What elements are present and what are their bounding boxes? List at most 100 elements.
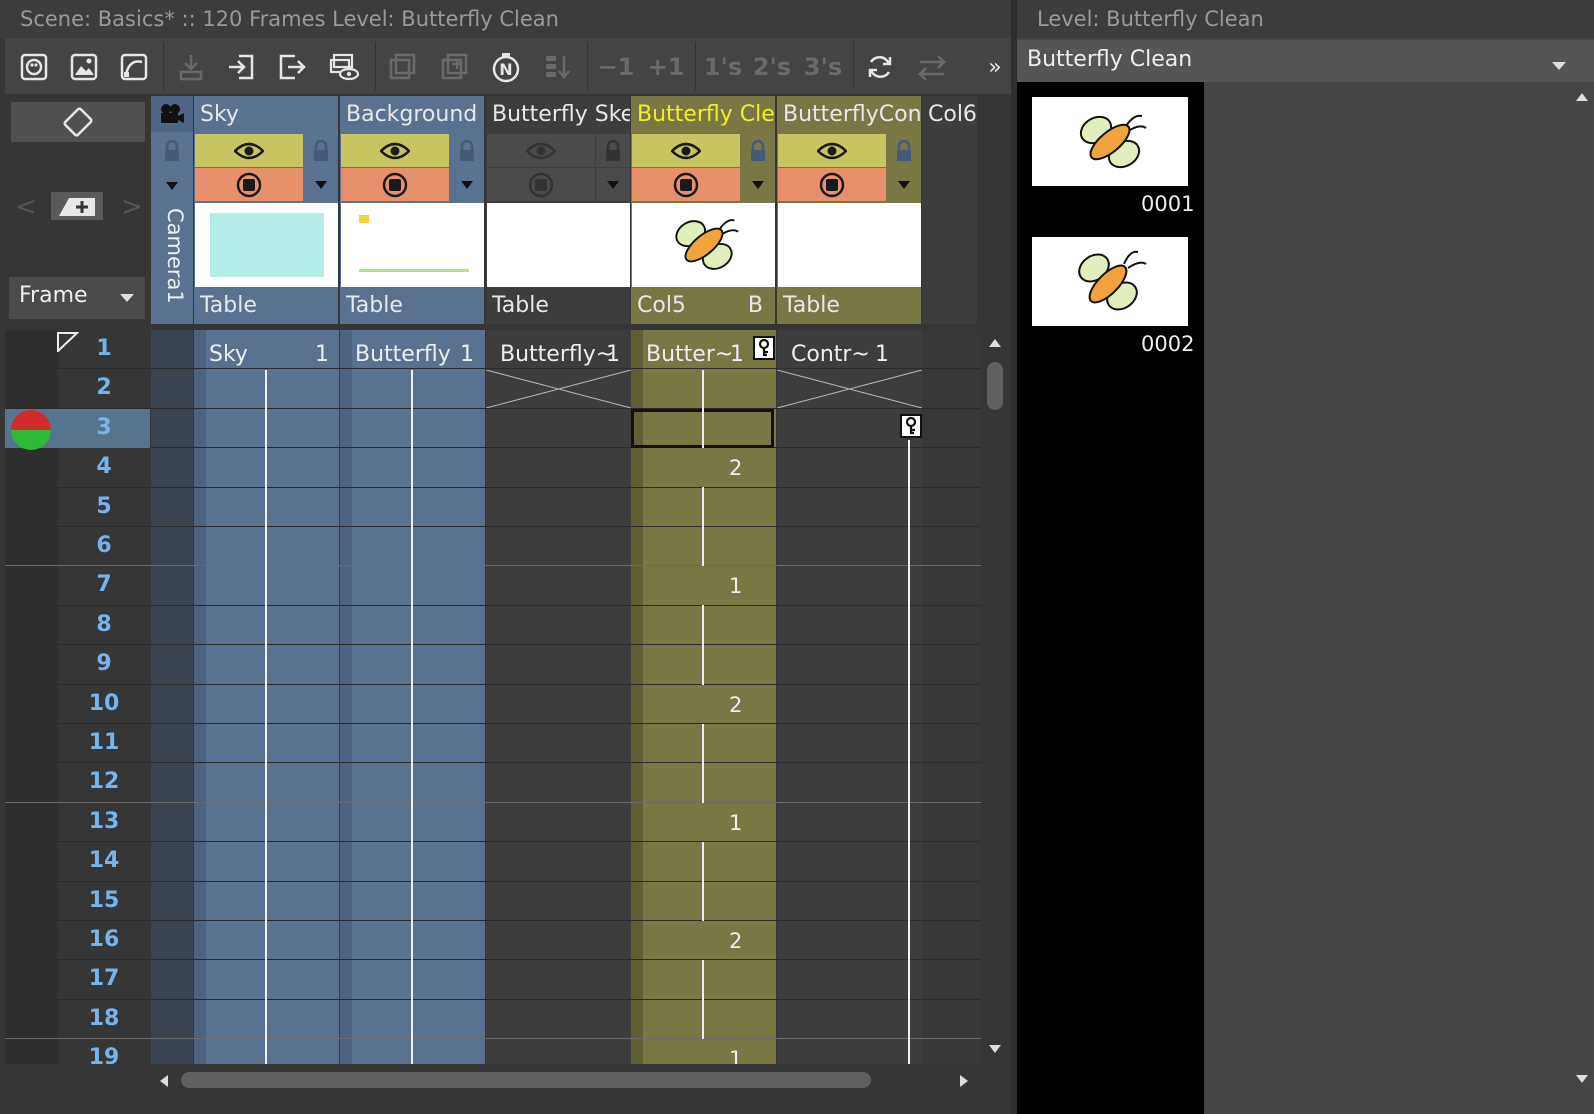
column-thumbnail[interactable] bbox=[632, 203, 775, 287]
orientation-toggle-button[interactable] bbox=[11, 102, 145, 142]
level-dropdown[interactable]: Butterfly Clean bbox=[1017, 40, 1594, 82]
frame-number[interactable]: 19 bbox=[58, 1045, 150, 1064]
rotate-refresh-icon[interactable] bbox=[859, 46, 901, 88]
sketch-column-cells[interactable] bbox=[486, 330, 631, 1064]
horizontal-scroll-thumb[interactable] bbox=[181, 1072, 871, 1088]
column-menu-toggle[interactable] bbox=[304, 168, 338, 201]
camera-column-cells[interactable] bbox=[151, 330, 193, 1064]
column-thumbnail[interactable] bbox=[487, 203, 630, 287]
frame-number[interactable]: 3 bbox=[58, 415, 150, 440]
camstand-toggle[interactable] bbox=[341, 168, 449, 201]
column-thumbnail[interactable] bbox=[195, 203, 338, 287]
lock-toggle[interactable] bbox=[741, 134, 775, 167]
frame-number[interactable]: 7 bbox=[58, 572, 150, 597]
column-menu-toggle[interactable] bbox=[887, 168, 921, 201]
column-pegbar[interactable]: Table bbox=[486, 289, 630, 323]
scroll-up-icon[interactable] bbox=[988, 338, 1002, 348]
add-memo-button[interactable] bbox=[51, 192, 103, 220]
vertical-scroll-thumb[interactable] bbox=[987, 362, 1003, 410]
import-level-icon[interactable] bbox=[220, 46, 262, 88]
frame-number[interactable]: 2 bbox=[58, 375, 150, 400]
previous-arrow-icon[interactable]: < bbox=[15, 192, 37, 222]
preview-toggle[interactable] bbox=[487, 134, 595, 167]
frame-number[interactable]: 14 bbox=[58, 848, 150, 873]
frame-number[interactable]: 17 bbox=[58, 966, 150, 991]
new-vector-level-icon[interactable] bbox=[113, 46, 155, 88]
next-arrow-icon[interactable]: > bbox=[121, 192, 143, 222]
column-name[interactable]: Background bbox=[340, 96, 484, 132]
lock-toggle[interactable] bbox=[450, 134, 484, 167]
frame-thumbnail[interactable] bbox=[1032, 97, 1188, 186]
key-icon[interactable] bbox=[753, 336, 775, 360]
duplicate-drawing-icon[interactable] bbox=[381, 46, 423, 88]
increase-step-button[interactable]: +1 bbox=[643, 46, 689, 88]
onion-skin-marker-icon[interactable] bbox=[11, 410, 51, 450]
preview-toggle[interactable] bbox=[195, 134, 303, 167]
onion-skin-toggle-icon[interactable]: N bbox=[485, 46, 527, 88]
vertical-scrollbar[interactable] bbox=[983, 334, 1007, 1064]
lock-icon[interactable] bbox=[151, 134, 193, 167]
decrease-step-button[interactable]: −1 bbox=[593, 46, 639, 88]
more-tools-button[interactable]: » bbox=[981, 46, 1009, 88]
camstand-toggle[interactable] bbox=[632, 168, 740, 201]
preview-toggle[interactable] bbox=[632, 134, 740, 167]
key-icon[interactable] bbox=[900, 414, 922, 438]
frame-number[interactable]: 13 bbox=[58, 809, 150, 834]
frame-thumbnail[interactable] bbox=[1032, 237, 1188, 326]
camstand-toggle[interactable] bbox=[195, 168, 303, 201]
lock-toggle[interactable] bbox=[304, 134, 338, 167]
column-menu-toggle[interactable] bbox=[450, 168, 484, 201]
column-menu-toggle[interactable] bbox=[741, 168, 775, 201]
frame-number[interactable]: 15 bbox=[58, 888, 150, 913]
contour-column-cells[interactable] bbox=[777, 330, 922, 1064]
column-header-butterfly-contour[interactable]: ButterflyCont Table bbox=[777, 96, 921, 324]
column-header-background[interactable]: Background Table bbox=[340, 96, 484, 324]
new-toonz-raster-level-icon[interactable] bbox=[13, 46, 55, 88]
column-header-col6[interactable]: Col6 bbox=[922, 96, 977, 324]
frame-number[interactable]: 16 bbox=[58, 927, 150, 952]
column-pegbar[interactable]: Col5 B bbox=[631, 289, 775, 323]
frame-number[interactable]: 1 bbox=[58, 336, 150, 361]
column-name[interactable]: ButterflyCont bbox=[777, 96, 921, 132]
level-strip-scrollbar[interactable] bbox=[1570, 82, 1594, 1114]
preview-visibility-icon[interactable] bbox=[323, 46, 365, 88]
clone-level-icon[interactable] bbox=[433, 46, 475, 88]
scroll-left-icon[interactable] bbox=[159, 1074, 169, 1088]
column-thumbnail[interactable] bbox=[341, 203, 484, 287]
camstand-toggle[interactable] bbox=[487, 168, 595, 201]
preview-toggle[interactable] bbox=[341, 134, 449, 167]
reframe-ones-button[interactable]: 1's bbox=[702, 46, 744, 88]
frame-number[interactable]: 8 bbox=[58, 612, 150, 637]
frame-number[interactable]: 18 bbox=[58, 1006, 150, 1031]
col6-column-cells[interactable] bbox=[922, 330, 981, 1064]
scroll-down-icon[interactable] bbox=[1575, 1074, 1589, 1084]
column-menu-toggle[interactable] bbox=[596, 168, 630, 201]
lock-toggle[interactable] bbox=[887, 134, 921, 167]
frame-number[interactable]: 4 bbox=[58, 454, 150, 479]
column-name[interactable]: Sky bbox=[194, 96, 338, 132]
column-pegbar[interactable]: Table bbox=[194, 289, 338, 323]
column-name[interactable]: Butterfly Clea bbox=[631, 96, 775, 132]
camstand-toggle[interactable] bbox=[778, 168, 886, 201]
chevron-down-icon[interactable] bbox=[151, 169, 193, 202]
preview-toggle[interactable] bbox=[778, 134, 886, 167]
fill-empty-cell-icon[interactable] bbox=[537, 46, 579, 88]
reframe-threes-button[interactable]: 3's bbox=[802, 46, 844, 88]
frame-number[interactable]: 6 bbox=[58, 533, 150, 558]
reframe-twos-button[interactable]: 2's bbox=[751, 46, 793, 88]
scroll-up-icon[interactable] bbox=[1575, 92, 1589, 102]
column-pegbar[interactable]: Table bbox=[777, 289, 921, 323]
column-header-butterfly-sketch[interactable]: Butterfly Sket Table bbox=[486, 96, 630, 324]
column-thumbnail[interactable] bbox=[778, 203, 921, 287]
column-pegbar[interactable]: Table bbox=[340, 289, 484, 323]
frame-number[interactable]: 12 bbox=[58, 769, 150, 794]
frame-zoom-dropdown[interactable]: Frame bbox=[9, 277, 145, 319]
new-raster-level-icon[interactable] bbox=[63, 46, 105, 88]
lock-toggle[interactable] bbox=[596, 134, 630, 167]
frame-number[interactable]: 5 bbox=[58, 494, 150, 519]
frame-number[interactable]: 10 bbox=[58, 691, 150, 716]
swap-icon[interactable] bbox=[911, 46, 953, 88]
frame-number[interactable]: 11 bbox=[58, 730, 150, 755]
column-name[interactable]: Butterfly Sket bbox=[486, 96, 630, 132]
export-level-icon[interactable] bbox=[271, 46, 313, 88]
